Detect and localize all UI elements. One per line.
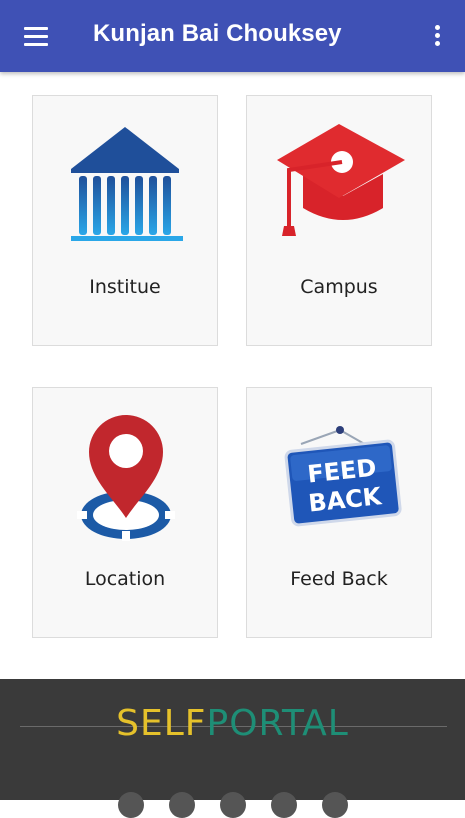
hamburger-menu-icon[interactable] [18,22,54,50]
social-icons-row [0,792,465,818]
brand-portal: PORTAL [206,703,349,744]
institute-label: Institue [89,276,161,298]
app-title: Kunjan Bai Chouksey [93,20,342,47]
institute-tile[interactable]: Institue [32,95,218,346]
social-icon[interactable] [271,792,297,818]
location-pin-icon [77,415,175,541]
social-icon[interactable] [118,792,144,818]
location-tile[interactable]: Location [32,387,218,638]
social-icon[interactable] [169,792,195,818]
campus-tile[interactable]: Campus [246,95,432,346]
social-icon[interactable] [220,792,246,818]
campus-label: Campus [300,276,378,298]
feedback-label: Feed Back [290,568,388,590]
app-bar: Kunjan Bai Chouksey [0,0,465,72]
footer: SELFPORTAL [0,679,465,818]
brand-logo: SELFPORTAL [0,703,465,744]
more-vertical-icon[interactable] [426,22,450,50]
feedback-tile[interactable]: FEED BACK Feed Back [246,387,432,638]
social-icon[interactable] [322,792,348,818]
feedback-sign-icon: FEED BACK [284,426,402,527]
institute-building-icon [71,127,183,241]
location-label: Location [84,568,166,590]
graduation-cap-icon [277,124,405,236]
brand-self: SELF [116,703,207,744]
